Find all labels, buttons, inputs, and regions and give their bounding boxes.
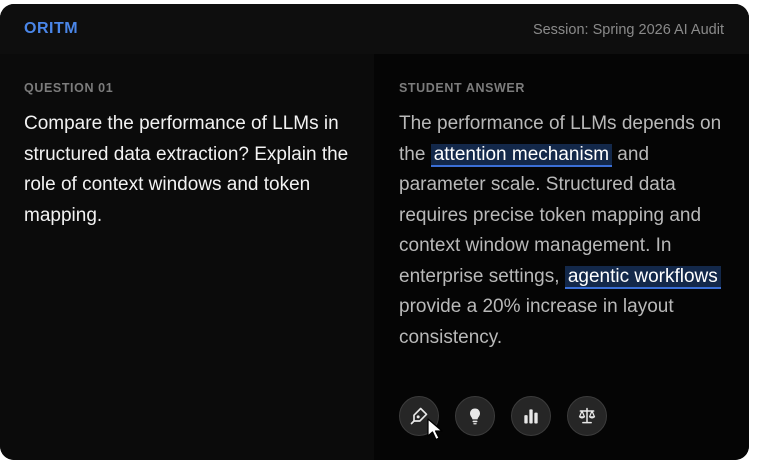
hint-tool-button[interactable] bbox=[455, 396, 495, 436]
stats-tool-button[interactable] bbox=[511, 396, 551, 436]
mouse-pointer-icon bbox=[427, 418, 443, 441]
answer-text: The performance of LLMs depends on the a… bbox=[399, 109, 739, 353]
answer-label: STUDENT ANSWER bbox=[399, 81, 525, 95]
pen-nib-icon bbox=[410, 407, 428, 425]
highlight-agentic-workflows[interactable]: agentic workflows bbox=[564, 265, 721, 289]
question-label: QUESTION 01 bbox=[24, 81, 114, 95]
session-title: Session: Spring 2026 AI Audit bbox=[532, 22, 724, 38]
question-panel: QUESTION 01 Compare the performance of L… bbox=[0, 54, 374, 460]
header-bar: ORITM Session: Spring 2026 AI Audit bbox=[0, 4, 749, 54]
audit-card: ORITM Session: Spring 2026 AI Audit QUES… bbox=[0, 4, 749, 460]
compare-tool-button[interactable] bbox=[567, 396, 607, 436]
answer-panel: STUDENT ANSWER The performance of LLMs d… bbox=[374, 54, 749, 460]
bar-chart-icon bbox=[524, 409, 538, 424]
lightbulb-icon bbox=[470, 408, 480, 425]
question-text: Compare the performance of LLMs in struc… bbox=[24, 113, 349, 226]
highlight-attention-mechanism[interactable]: attention mechanism bbox=[430, 143, 613, 167]
answer-text-part3: provide a 20% increase in layout consist… bbox=[399, 296, 674, 348]
balance-scale-icon bbox=[578, 407, 596, 424]
app-logo: ORITM bbox=[24, 20, 79, 37]
